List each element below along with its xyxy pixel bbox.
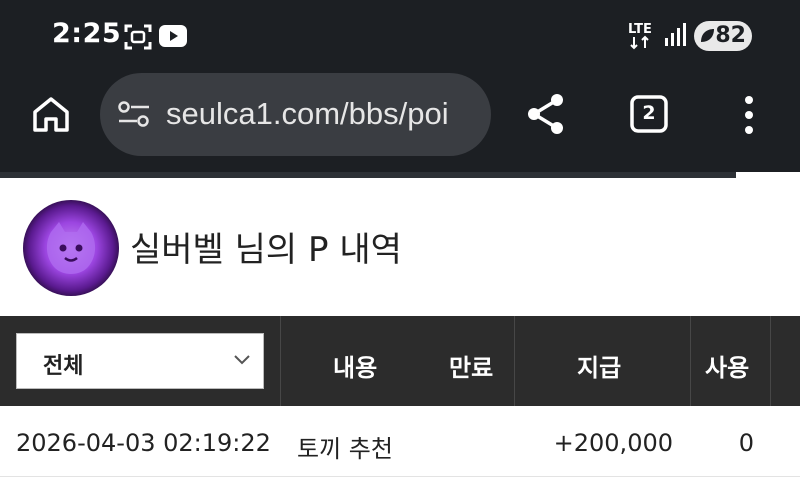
youtube-icon [159, 25, 187, 51]
status-bar: 2:25 LTE 82 [0, 0, 800, 68]
avatar [23, 200, 119, 296]
tab-count: 2 [642, 102, 656, 124]
column-divider [770, 316, 771, 406]
signal-icon [664, 22, 688, 52]
screenshot-icon [124, 24, 152, 54]
mascot-icon [46, 222, 96, 274]
chevron-down-icon [231, 348, 253, 376]
row-content: 토끼 추천 [297, 435, 393, 463]
battery-level: 82 [715, 23, 746, 48]
url-text: seulca1.com/bbs/poi [166, 96, 449, 131]
more-vert-icon[interactable] [742, 95, 756, 139]
page-title: 실버벨 님의 P 내역 [130, 230, 402, 270]
home-icon[interactable] [31, 94, 71, 138]
profile-header: 실버벨 님의 P 내역 [0, 178, 800, 316]
column-divider [690, 316, 691, 406]
row-date: 2026-04-03 02:19:22 [16, 429, 271, 457]
leaf-icon [701, 29, 714, 42]
column-divider [280, 316, 281, 406]
network-type: LTE [628, 22, 652, 37]
column-header-content: 내용 [333, 354, 378, 382]
filter-select[interactable]: 전체 [16, 333, 264, 389]
browser-toolbar: seulca1.com/bbs/poi 2 [0, 68, 800, 172]
row-pay: +200,000 [553, 429, 673, 457]
tabs-icon[interactable]: 2 [630, 95, 668, 133]
column-divider [514, 316, 515, 406]
filter-selected-value: 전체 [43, 354, 84, 379]
status-time: 2:25 [52, 18, 122, 49]
table-row: 2026-04-03 02:19:22 토끼 추천 +200,000 0 [0, 406, 800, 477]
battery-icon: 82 [694, 21, 752, 51]
address-bar[interactable]: seulca1.com/bbs/poi [100, 73, 491, 156]
column-header-pay: 지급 [577, 354, 622, 382]
table-header: 전체 내용 만료 지급 사용 [0, 316, 800, 406]
column-header-expire: 만료 [449, 354, 494, 382]
lte-icon: LTE [628, 20, 658, 54]
share-icon[interactable] [524, 92, 568, 140]
column-header-use: 사용 [705, 354, 750, 382]
site-settings-icon[interactable] [117, 99, 151, 133]
row-use: 0 [738, 429, 754, 457]
